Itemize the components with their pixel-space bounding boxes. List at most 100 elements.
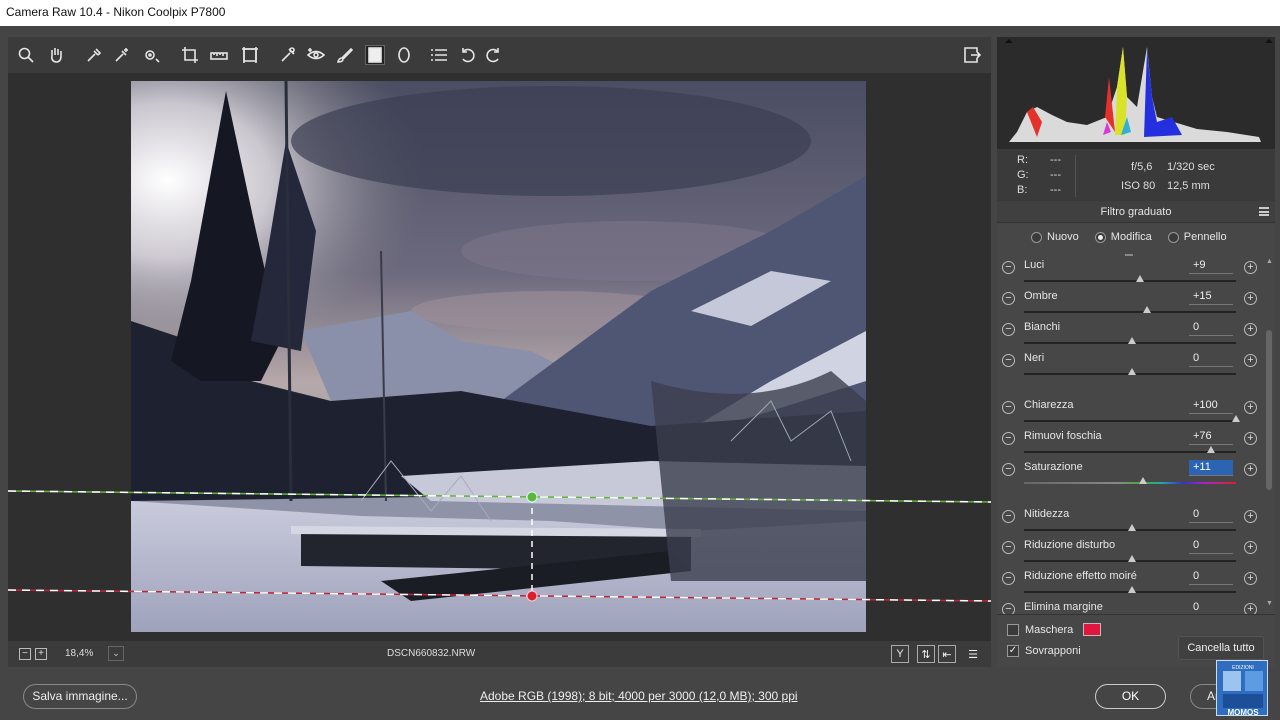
slider-thumb[interactable] — [1128, 337, 1136, 344]
slider-thumb[interactable] — [1207, 446, 1216, 453]
b-label: B: — [1017, 184, 1028, 196]
zoom-dropdown[interactable]: ⌄ — [108, 646, 124, 661]
decrease-icon[interactable]: − — [1002, 541, 1015, 554]
increase-icon[interactable]: + — [1244, 572, 1257, 585]
slider-value-field[interactable]: +15 — [1189, 289, 1233, 305]
decrease-icon[interactable]: − — [1002, 292, 1015, 305]
save-image-button[interactable]: Salva immagine... — [23, 684, 137, 709]
slider-row: − Riduzione effetto moiré 0 + — [997, 568, 1275, 598]
slider-value-field[interactable]: 0 — [1189, 320, 1233, 336]
toolbar — [8, 37, 991, 73]
crop-icon[interactable] — [180, 45, 200, 65]
spot-removal-icon[interactable] — [278, 45, 298, 65]
fullscreen-icon[interactable] — [962, 45, 982, 65]
zoom-out-button[interactable]: − — [19, 648, 31, 660]
slider-value-field[interactable]: +9 — [1189, 258, 1233, 274]
slider-value-field[interactable]: +11 — [1189, 460, 1233, 476]
increase-icon[interactable]: + — [1244, 432, 1257, 445]
view-settings-icon[interactable]: ☰ — [964, 645, 982, 663]
slider-track[interactable] — [1024, 420, 1236, 422]
slider-thumb[interactable] — [1136, 275, 1145, 282]
graduated-filter-icon[interactable] — [365, 45, 385, 65]
decrease-icon[interactable]: − — [1002, 510, 1015, 523]
slider-label: Saturazione — [1024, 461, 1083, 473]
panel-menu-icon[interactable] — [1259, 207, 1269, 216]
increase-icon[interactable]: + — [1244, 354, 1257, 367]
hand-icon[interactable] — [46, 45, 66, 65]
slider-thumb[interactable] — [1232, 415, 1240, 422]
overlay-label: Sovrapponi — [1025, 645, 1081, 657]
slider-track[interactable] — [1024, 311, 1236, 313]
mode-pennello[interactable]: Pennello — [1167, 231, 1227, 243]
slider-value-field[interactable]: 0 — [1189, 351, 1233, 367]
before-after-icon[interactable]: Y — [891, 645, 909, 663]
rotate-right-icon[interactable] — [483, 45, 503, 65]
slider-track[interactable] — [1024, 482, 1236, 484]
increase-icon[interactable]: + — [1244, 261, 1257, 274]
watermark-logo: EDIZIONI MOMOS — [1216, 660, 1268, 717]
zoom-in-button[interactable]: + — [35, 648, 47, 660]
slider-thumb[interactable] — [1142, 306, 1151, 313]
mask-checkbox[interactable] — [1007, 624, 1019, 636]
mode-selector: Nuovo Modifica Pennello — [1031, 231, 1227, 243]
scroll-up-icon[interactable]: ▲ — [1266, 258, 1273, 265]
decrease-icon[interactable]: − — [1002, 354, 1015, 367]
slider-track[interactable] — [1024, 451, 1236, 453]
slider-label: Riduzione effetto moiré — [1024, 570, 1137, 582]
adjustment-brush-icon[interactable] — [335, 45, 355, 65]
red-eye-icon[interactable] — [306, 45, 326, 65]
slider-row: − Ombre +15 + — [997, 288, 1275, 318]
mode-nuovo[interactable]: Nuovo — [1031, 231, 1079, 243]
decrease-icon[interactable]: − — [1002, 261, 1015, 274]
slider-value-field[interactable]: 0 — [1189, 538, 1233, 554]
increase-icon[interactable]: + — [1244, 401, 1257, 414]
color-sampler-icon[interactable] — [112, 45, 132, 65]
slider-thumb[interactable] — [1128, 524, 1136, 531]
radial-filter-icon[interactable] — [394, 45, 414, 65]
white-balance-icon[interactable] — [84, 45, 104, 65]
swap-settings-icon[interactable]: ⇅ — [917, 645, 935, 663]
slider-value-field[interactable]: 0 — [1189, 569, 1233, 585]
slider-value-field[interactable]: +100 — [1189, 398, 1233, 414]
increase-icon[interactable]: + — [1244, 541, 1257, 554]
slider-row: − Neri 0 + — [997, 350, 1275, 380]
preferences-icon[interactable] — [429, 45, 449, 65]
mode-modifica[interactable]: Modifica — [1094, 231, 1152, 243]
decrease-icon[interactable]: − — [1002, 463, 1015, 476]
slider-thumb[interactable] — [1128, 368, 1136, 375]
overlay-checkbox[interactable]: ✓ — [1007, 645, 1019, 657]
slider-label: Bianchi — [1024, 321, 1061, 333]
slider-thumb[interactable] — [1128, 555, 1136, 562]
transform-icon[interactable] — [240, 45, 260, 65]
slider-track[interactable] — [1024, 280, 1236, 282]
copy-settings-icon[interactable]: ⇤ — [938, 645, 956, 663]
targeted-adjustment-icon[interactable] — [142, 45, 162, 65]
mask-color-swatch[interactable] — [1083, 623, 1101, 636]
photo-preview[interactable] — [131, 81, 866, 632]
increase-icon[interactable]: + — [1244, 292, 1257, 305]
scroll-down-icon[interactable]: ▼ — [1266, 600, 1273, 607]
slider-label: Rimuovi foschia — [1024, 430, 1102, 442]
window-title: Camera Raw 10.4 - Nikon Coolpix P7800 — [0, 0, 1280, 26]
slider-label: Chiarezza — [1024, 399, 1074, 411]
rotate-left-icon[interactable] — [458, 45, 478, 65]
decrease-icon[interactable]: − — [1002, 323, 1015, 336]
bottom-bar: Salva immagine... Adobe RGB (1998); 8 bi… — [0, 672, 1280, 720]
slider-row: − Luci +9 + — [997, 257, 1275, 287]
straighten-icon[interactable] — [209, 45, 229, 65]
zoom-icon[interactable] — [16, 45, 36, 65]
increase-icon[interactable]: + — [1244, 323, 1257, 336]
increase-icon[interactable]: + — [1244, 510, 1257, 523]
slider-thumb[interactable] — [1139, 477, 1148, 484]
panel-scrollbar[interactable] — [1266, 330, 1272, 490]
increase-icon[interactable]: + — [1244, 463, 1257, 476]
slider-value-field[interactable]: +76 — [1189, 429, 1233, 445]
slider-value-field[interactable]: 0 — [1189, 507, 1233, 523]
workflow-options-link[interactable]: Adobe RGB (1998); 8 bit; 4000 per 3000 (… — [480, 689, 798, 703]
ok-button[interactable]: OK — [1095, 684, 1166, 709]
decrease-icon[interactable]: − — [1002, 572, 1015, 585]
clear-all-button[interactable]: Cancella tutto — [1178, 636, 1264, 660]
decrease-icon[interactable]: − — [1002, 401, 1015, 414]
decrease-icon[interactable]: − — [1002, 432, 1015, 445]
slider-thumb[interactable] — [1128, 586, 1136, 593]
